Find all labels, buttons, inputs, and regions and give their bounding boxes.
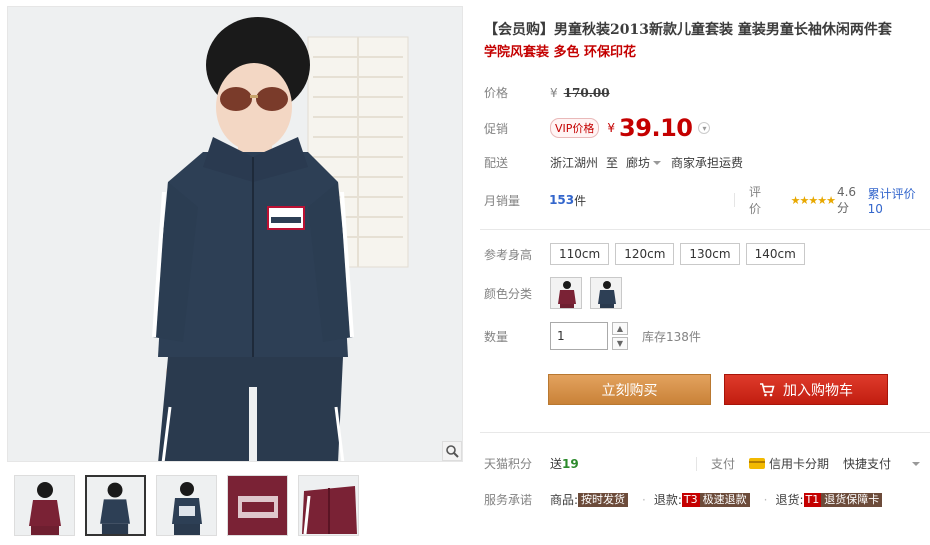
buy-now-label: 立刻购买 (601, 382, 658, 399)
add-to-cart-button[interactable]: 加入购物车 (724, 374, 888, 405)
thumbnail-image (228, 476, 287, 535)
color-swatch-image (591, 278, 621, 308)
color-label: 颜色分类 (484, 286, 533, 301)
destination-select[interactable]: 廊坊 (626, 154, 662, 171)
cart-icon (760, 382, 775, 396)
service-item-return[interactable]: 退货: T1 退货保障卡 (775, 491, 883, 508)
service-code-badge: T3 (681, 492, 700, 507)
original-price-value: 170.00 (563, 85, 610, 100)
payment-label: 支付 (710, 457, 735, 471)
quantity-increase-button[interactable]: ▲ (612, 322, 628, 335)
points-prefix: 送 (550, 457, 563, 471)
divider (734, 193, 735, 207)
thumbnail-image (87, 477, 144, 534)
promo-price-currency: ¥ (607, 121, 616, 135)
zoom-button[interactable] (442, 441, 462, 461)
quantity-label: 数量 (484, 329, 509, 344)
thumbnail-maroon-collar-detail[interactable] (298, 475, 359, 536)
rating-score: 4.6分 (836, 184, 857, 215)
size-option-130[interactable]: 130cm (680, 243, 740, 265)
color-option-maroon[interactable] (550, 277, 582, 309)
quantity-row: 数量 ▲ ▼ 库存138件 (484, 322, 701, 350)
service-code-badge: T1 (803, 492, 822, 507)
credit-card-icon (748, 458, 765, 469)
quantity-stepper: ▲ ▼ (612, 322, 628, 350)
product-subtitle: 学院风套装 多色 环保印花 (484, 45, 637, 60)
color-row: 颜色分类 (484, 277, 630, 309)
stock-count: 库存138件 (642, 329, 701, 344)
service-label: 服务承诺 (484, 493, 533, 507)
thumbnail-maroon-print-detail[interactable] (227, 475, 288, 536)
sales-row: 月销量 153 件 评价 ★★★★★ 4.6分 累计评价10 (484, 183, 930, 217)
thumbnail-image (157, 476, 216, 535)
points-row: 天猫积分 送 19 支付 信用卡分期 快捷支付 (484, 455, 920, 472)
divider (695, 456, 697, 471)
original-price-label: 价格 (484, 86, 509, 100)
points-label: 天猫积分 (484, 457, 533, 471)
size-option-120[interactable]: 120cm (615, 243, 675, 265)
shipping-row: 配送 浙江湖州 至 廊坊 商家承担运费 (484, 154, 743, 171)
color-swatch-image (551, 278, 581, 308)
dropdown-arrow-icon (653, 160, 662, 165)
service-tag: 极速退款 (699, 492, 750, 507)
original-price-currency: ¥ (550, 85, 558, 100)
selected-indicator (110, 475, 122, 476)
dot-separator: · (642, 492, 646, 507)
size-row: 参考身高 110cm 120cm 130cm 140cm (484, 243, 811, 265)
thumbnail-image (15, 476, 74, 535)
shipping-to-word: 至 (606, 156, 619, 170)
service-tag: 退货保障卡 (821, 492, 883, 507)
service-prefix: 退款: (653, 493, 682, 507)
credit-installment[interactable]: 信用卡分期 (769, 455, 829, 472)
quick-pay-label: 快捷支付 (842, 457, 891, 471)
service-prefix: 退货: (775, 493, 804, 507)
product-photo-illustration (8, 7, 462, 461)
promo-label: 促销 (484, 121, 509, 136)
zoom-icon (446, 445, 459, 458)
size-label: 参考身高 (484, 247, 533, 262)
monthly-sales-count: 153 (549, 193, 575, 207)
quick-pay-select[interactable]: 快捷支付 (843, 455, 920, 472)
dot-separator: · (763, 492, 768, 507)
service-row: 服务承诺 商品: 按时发货 · 退款: T3 极速退款 · 退货: T1 退货保障卡 (484, 491, 888, 508)
points-value: 19 (562, 456, 579, 471)
color-option-navy[interactable] (590, 277, 622, 309)
chevron-down-icon[interactable]: ▾ (698, 122, 711, 134)
original-price: ¥170.00 (550, 86, 610, 100)
service-prefix: 商品: (550, 493, 579, 507)
monthly-sales-unit: 件 (574, 193, 587, 208)
section-divider (480, 229, 930, 230)
vip-badge: VIP价格 (550, 118, 600, 138)
buy-now-button[interactable]: 立刻购买 (548, 374, 711, 405)
size-option-140[interactable]: 140cm (745, 243, 805, 265)
quantity-decrease-button[interactable]: ▼ (612, 337, 628, 350)
product-title: 【会员购】男童秋装2013新款儿童套装 童装男童长袖休闲两件套 (484, 22, 892, 38)
rating-stars: ★★★★★ (790, 193, 836, 207)
service-tag: 按时发货 (578, 492, 629, 507)
shipping-label: 配送 (484, 156, 509, 170)
original-price-row: 价格 ¥170.00 (484, 84, 610, 101)
monthly-sales-label: 月销量 (484, 193, 521, 208)
section-divider (480, 432, 930, 433)
reviews-link[interactable]: 累计评价10 (868, 185, 930, 216)
thumbnail-image (299, 476, 358, 535)
thumbnail-strip (14, 475, 359, 536)
quantity-input[interactable] (550, 322, 608, 350)
chevron-down-icon (912, 461, 920, 466)
service-item-refund[interactable]: 退款: T3 极速退款 (654, 491, 750, 508)
main-product-image[interactable] (7, 6, 463, 462)
size-option-110[interactable]: 110cm (550, 243, 610, 265)
thumbnail-navy-back[interactable] (156, 475, 217, 536)
service-item-shipping[interactable]: 商品: 按时发货 (550, 491, 629, 508)
thumbnail-navy-front[interactable] (85, 475, 146, 536)
destination-value: 廊坊 (626, 156, 651, 170)
thumbnail-maroon-front[interactable] (14, 475, 75, 536)
promo-price-row: 促销 VIP价格 ¥ 39.10 ▾ (484, 114, 711, 142)
promo-price: 39.10 (619, 114, 693, 142)
add-to-cart-label: 加入购物车 (783, 382, 853, 399)
shipping-from: 浙江湖州 (550, 156, 599, 170)
rating-label: 评价 (748, 185, 761, 216)
shipping-fee-note: 商家承担运费 (671, 156, 744, 170)
